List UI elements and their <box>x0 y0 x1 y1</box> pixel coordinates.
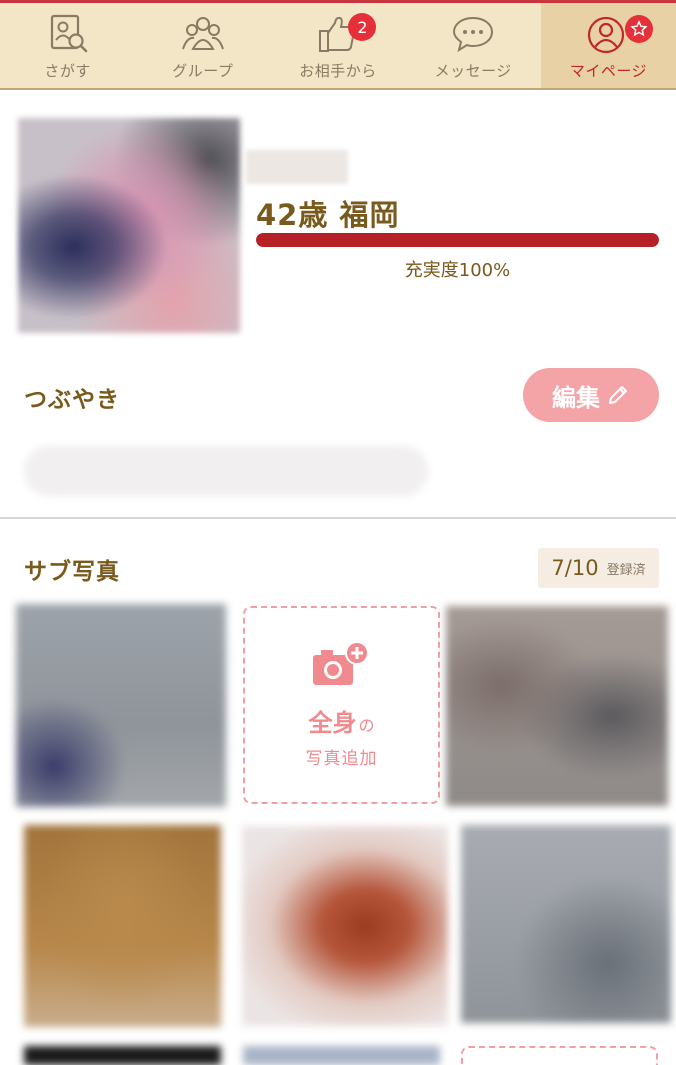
completion-progress-fill <box>256 233 659 247</box>
sub-photo[interactable] <box>243 1046 440 1065</box>
sub-photo[interactable] <box>446 606 668 806</box>
tab-label: さがす <box>44 62 91 80</box>
edit-label: 編集 <box>552 383 600 412</box>
sub-photo[interactable] <box>16 604 226 807</box>
profile-main-photo[interactable] <box>18 118 240 333</box>
pencil-icon <box>609 386 627 404</box>
sub-photo[interactable] <box>24 825 221 1027</box>
profile-search-icon <box>50 14 87 53</box>
add-full-body-photo-button[interactable]: 全身の 写真追加 <box>243 606 440 804</box>
add-photo-main-label: 全身の <box>308 703 374 738</box>
tweet-text-blurred <box>24 446 428 496</box>
age-location: 42歳 福岡 <box>256 198 400 232</box>
sub-photo[interactable] <box>242 826 448 1026</box>
nickname-blurred <box>246 150 348 184</box>
tab-search[interactable]: さがす <box>0 3 135 88</box>
user-circle-icon <box>588 16 625 54</box>
tab-group[interactable]: グループ <box>135 3 270 88</box>
add-photo-suffix: の <box>358 716 375 735</box>
tweet-title: つぶやき <box>24 387 120 413</box>
star-icon <box>624 15 653 43</box>
add-photo-sub-label: 写真追加 <box>305 749 378 769</box>
tab-label: お相手から <box>299 62 377 80</box>
tab-label: マイページ <box>569 62 648 80</box>
top-tab-bar: さがす グループ 2 お相手から メッセージ マイページ <box>0 0 676 90</box>
tab-mypage[interactable]: マイページ <box>540 3 676 88</box>
add-photo-main-text: 全身 <box>308 709 357 737</box>
photo-count-badge: 7/10 登録済 <box>538 548 659 588</box>
tab-messages[interactable]: メッセージ <box>406 3 541 88</box>
notification-badge: 2 <box>348 13 377 41</box>
tab-label: メッセージ <box>434 62 512 80</box>
add-photo-button[interactable] <box>461 1046 658 1065</box>
sub-photo[interactable] <box>461 825 671 1023</box>
camera-plus-icon <box>312 641 369 685</box>
sub-photo[interactable] <box>24 1046 221 1065</box>
completion-progress-bar <box>256 233 659 247</box>
section-divider <box>0 517 676 519</box>
edit-tweet-button[interactable]: 編集 <box>523 368 659 422</box>
tab-from-partner[interactable]: 2 お相手から <box>270 3 405 88</box>
tab-label: グループ <box>172 62 234 80</box>
sub-photos-title: サブ写真 <box>24 559 120 585</box>
registered-label: 登録済 <box>606 562 646 578</box>
group-icon <box>181 17 224 50</box>
photo-count: 7/10 <box>551 556 599 580</box>
completion-label: 充実度100% <box>404 260 511 281</box>
message-bubble-icon <box>453 16 494 53</box>
